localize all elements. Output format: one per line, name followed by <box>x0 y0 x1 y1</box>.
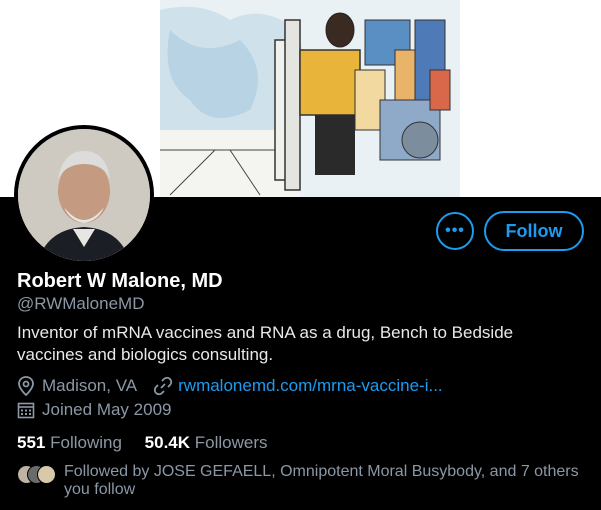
followers-link[interactable]: 50.4K Followers <box>145 433 268 452</box>
profile-avatar[interactable] <box>14 125 154 265</box>
follow-button[interactable]: Follow <box>484 211 584 251</box>
link-icon <box>153 376 173 396</box>
location-row: Madison, VA rwmalonemd.com/mrna-vaccine-… <box>17 376 443 396</box>
followers-count: 50.4K <box>144 433 191 452</box>
joined-row: Joined May 2009 <box>17 400 171 420</box>
more-options-button[interactable]: ••• <box>436 212 474 250</box>
location-text: Madison, VA <box>42 376 138 395</box>
following-count: 551 <box>17 433 46 452</box>
avatar-image <box>18 129 150 261</box>
following-link[interactable]: 551 Following <box>17 433 122 452</box>
profile-bio: Inventor of mRNA vaccines and RNA as a d… <box>17 323 514 364</box>
joined-date: Joined May 2009 <box>42 400 172 419</box>
profile-name: Robert W Malone, MD <box>17 270 223 292</box>
followed-by-text[interactable]: Followed by JOSE GEFAELL, Omnipotent Mor… <box>64 463 584 499</box>
follower-avatar[interactable] <box>37 465 56 484</box>
location-pin-icon <box>17 376 37 396</box>
followers-label: Followers <box>194 433 268 452</box>
follow-stats: 551 Following 50.4K Followers <box>17 433 268 453</box>
following-label: Following <box>50 433 122 452</box>
website-link[interactable]: rwmalonemd.com/mrna-vaccine-i... <box>178 376 443 396</box>
more-icon: ••• <box>445 222 465 239</box>
profile-handle: @RWMaloneMD <box>17 294 145 313</box>
calendar-icon <box>17 401 37 419</box>
